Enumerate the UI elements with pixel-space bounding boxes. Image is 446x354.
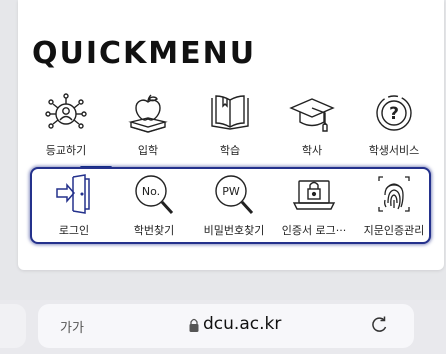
submenu-item-find-password[interactable]: PW 비밀번호찾기 [194,173,274,241]
svg-text:?: ? [389,104,399,124]
quickmenu-item-label: 입학 [137,144,159,157]
quickmenu-title: QUICKMENU [32,36,257,71]
badge-pw: PW [222,185,240,198]
question-icon: ? [376,95,412,131]
quickmenu-item-label: 학생서비스 [368,144,420,157]
quickmenu-item-study[interactable]: 학습 [190,92,270,160]
reload-icon[interactable] [370,315,390,335]
quickmenu-main-row: 등교하기 입학 학습 학사 ? 학생서비스 [26,92,436,162]
submenu-item-certificate-login[interactable]: 인증서 로그··· [274,173,354,241]
lock-icon [189,318,199,332]
quickmenu-item-label: 학습 [219,144,241,157]
submenu-item-label: 비밀번호찾기 [203,224,265,237]
submenu-item-label: 로그인 [58,224,90,237]
graduation-cap-icon [289,98,335,132]
search-password-icon: PW [215,175,254,215]
badge-number: No. [142,185,160,198]
fingerprint-icon [378,176,410,212]
quickmenu-item-academic[interactable]: 학사 [272,92,352,160]
browser-address-bar: 가가 dcu.ac.kr [0,300,446,354]
previous-tab-edge[interactable] [0,304,26,348]
quickmenu-item-admission[interactable]: 입학 [108,92,188,160]
url-text: dcu.ac.kr [203,314,282,334]
search-number-icon: No. [135,175,174,215]
submenu-item-label: 학번찾기 [133,224,175,237]
submenu-item-label: 인증서 로그··· [281,224,347,237]
people-network-icon [45,93,87,129]
quickmenu-item-label: 등교하기 [45,144,87,157]
quickmenu-item-commute[interactable]: 등교하기 [26,92,106,160]
open-book-icon [211,95,249,130]
door-enter-icon [56,174,90,214]
text-size-button[interactable]: 가가 [60,317,84,336]
laptop-lock-icon [292,180,336,210]
quickmenu-item-student-service[interactable]: ? 학생서비스 [354,92,434,160]
quickmenu-item-label: 학사 [301,144,323,157]
url-field[interactable]: 가가 dcu.ac.kr [38,304,414,348]
submenu-item-login[interactable]: 로그인 [34,173,114,241]
submenu-item-label: 지문인증관리 [363,224,425,237]
apple-books-icon [128,94,168,133]
submenu-item-find-student-id[interactable]: No. 학번찾기 [114,173,194,241]
submenu-panel: 로그인 No. 학번찾기 PW 비밀번호찾기 인증서 로그··· 지문인증관리 [30,167,431,244]
submenu-item-fingerprint[interactable]: 지문인증관리 [354,173,434,241]
